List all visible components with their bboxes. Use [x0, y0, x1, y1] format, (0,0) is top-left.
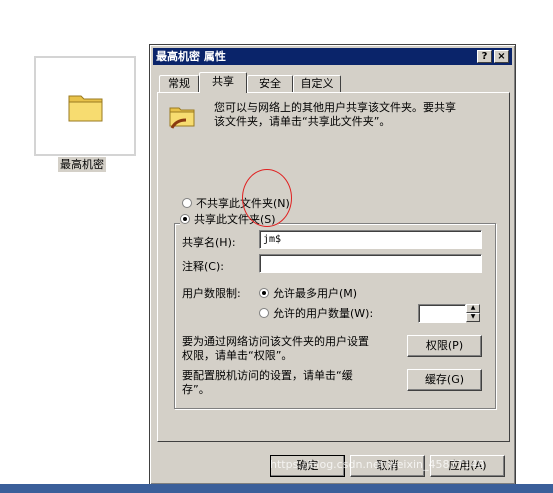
dialog-titlebar[interactable]: 最高机密 属性 ? × [153, 48, 512, 65]
caching-text-line2: 存”。 [182, 383, 210, 396]
properties-dialog: 最高机密 属性 ? × 常规 共享 安全 自定义 您可以与网络上的其他用户共享该… [149, 44, 516, 485]
caching-button[interactable]: 缓存(G) [407, 369, 482, 391]
user-limit-label: 用户数限制: [182, 287, 241, 300]
close-button[interactable]: × [494, 50, 509, 63]
tab-security[interactable]: 安全 [247, 75, 293, 92]
radio-allowed-users[interactable]: 允许的用户数量(W): [259, 305, 373, 321]
taskbar [0, 484, 553, 493]
comment-input[interactable] [259, 254, 482, 273]
sharing-panel: 您可以与网络上的其他用户共享该文件夹。要共享 该文件夹，请单击“共享此文件夹”。… [157, 92, 510, 442]
desktop-folder-label[interactable]: 最高机密 [58, 157, 106, 172]
spin-down-button[interactable]: ▼ [466, 313, 480, 322]
watermark-text: https://blog.csdn.net/weixin_45877148 [270, 458, 485, 471]
radio-max-users-label: 允许最多用户(M) [273, 287, 358, 300]
tab-general[interactable]: 常规 [159, 75, 199, 92]
desktop-folder-icon-box[interactable] [34, 56, 136, 156]
radio-max-users[interactable]: 允许最多用户(M) [259, 285, 357, 301]
dialog-title: 最高机密 属性 [156, 50, 226, 63]
annotation-circle [242, 169, 292, 227]
allowed-users-input[interactable] [418, 304, 466, 323]
share-name-label: 共享名(H): [182, 236, 236, 249]
share-name-input[interactable]: jm$ [259, 230, 482, 249]
radio-allowed-users-label: 允许的用户数量(W): [273, 307, 374, 320]
permissions-text-line2: 权限，请单击“权限”。 [182, 349, 293, 362]
shared-folder-icon [169, 107, 195, 129]
help-button[interactable]: ? [477, 50, 492, 63]
radio-max-users-dot[interactable] [259, 288, 269, 298]
radio-share-dot[interactable] [180, 214, 190, 224]
radio-no-share-dot[interactable] [182, 198, 192, 208]
folder-icon [68, 95, 103, 122]
comment-label: 注释(C): [182, 260, 224, 273]
radio-allowed-users-dot[interactable] [259, 308, 269, 318]
tab-sharing[interactable]: 共享 [199, 72, 247, 93]
permissions-button[interactable]: 权限(P) [407, 335, 482, 357]
spin-up-button[interactable]: ▲ [466, 304, 480, 313]
intro-text-line2: 该文件夹，请单击“共享此文件夹”。 [214, 115, 391, 128]
tab-customize[interactable]: 自定义 [293, 75, 341, 92]
